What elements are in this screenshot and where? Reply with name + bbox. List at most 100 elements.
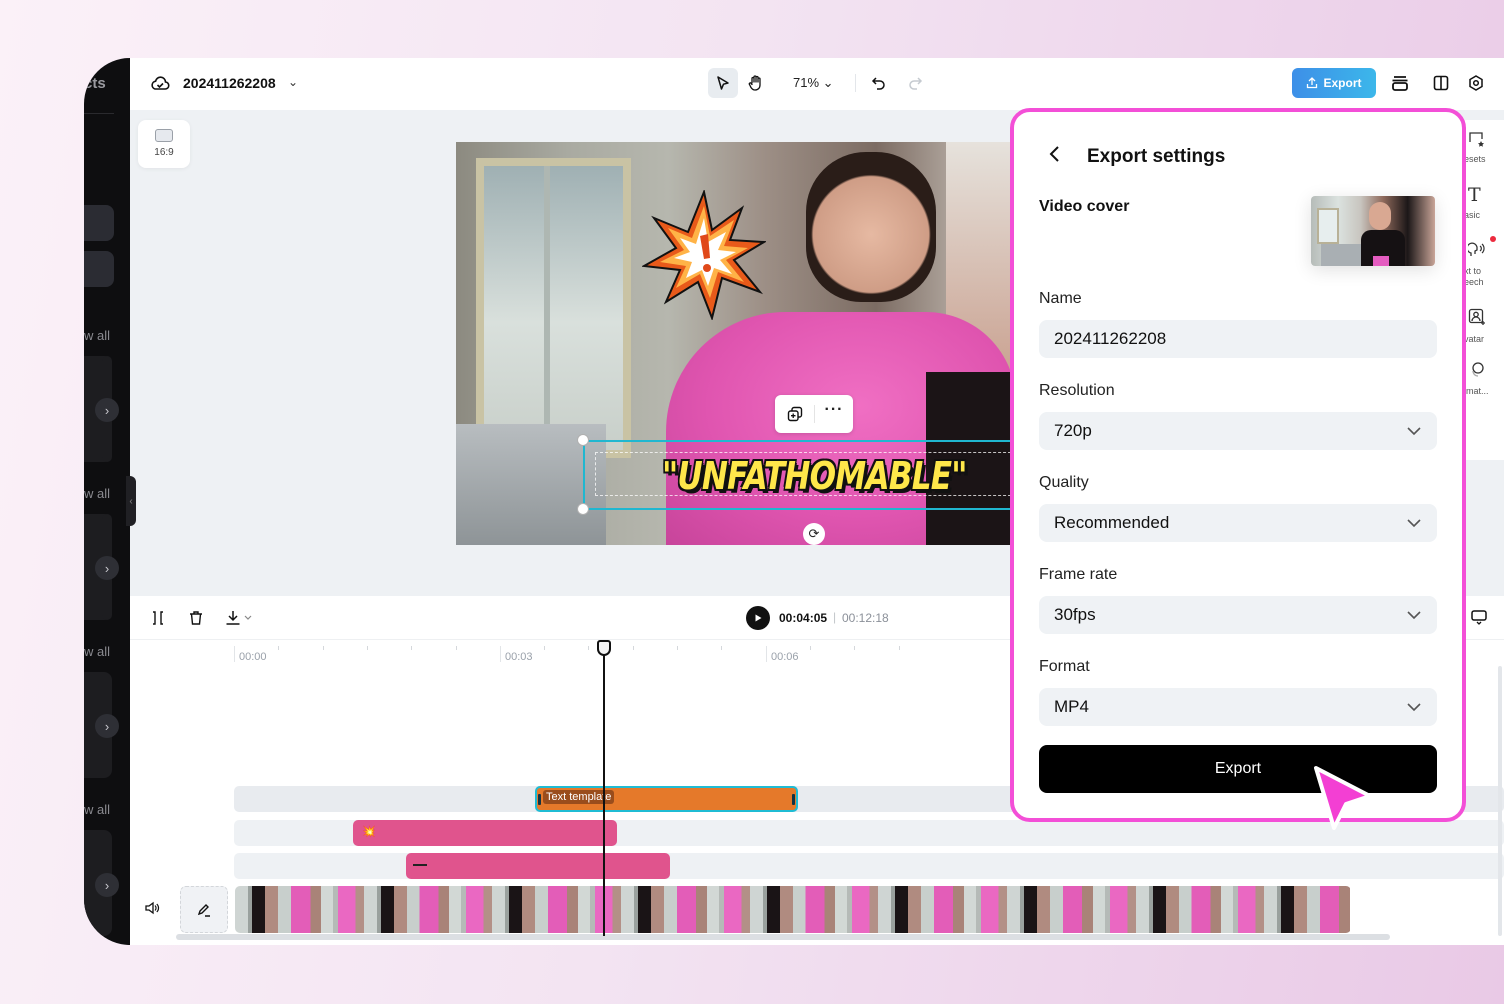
vertical-scrollbar[interactable] [1498, 666, 1502, 936]
hand-tool-button[interactable] [741, 68, 771, 98]
sticker-clip-burst[interactable]: 💥 [353, 820, 617, 846]
volume-icon [145, 901, 160, 915]
quality-select[interactable]: Recommended [1039, 504, 1437, 542]
sidebar-block[interactable] [84, 205, 114, 241]
settings-button[interactable] [1465, 72, 1487, 94]
video-frame-thumb [1307, 886, 1351, 933]
ruler-label: 00:03 [505, 651, 533, 663]
view-all-link[interactable]: w all [84, 644, 110, 659]
frame-rate-value: 30fps [1054, 605, 1096, 624]
mute-track-button[interactable] [144, 900, 162, 918]
name-value: 202411262208 [1054, 329, 1167, 348]
ratio-icon [155, 129, 173, 142]
chevron-down-icon [1407, 596, 1421, 648]
split-button[interactable] [147, 607, 169, 629]
video-frame-thumb [964, 886, 1008, 933]
undo-icon [871, 77, 885, 90]
video-frame-thumb [663, 886, 707, 933]
video-frame-thumb [406, 886, 450, 933]
format-select[interactable]: MP4 [1039, 688, 1437, 726]
video-frame-thumb [921, 886, 965, 933]
rotate-handle[interactable]: ⟳ [803, 523, 825, 545]
chevron-down-icon [1407, 412, 1421, 464]
edit-cover-button[interactable] [180, 886, 228, 933]
view-all-link[interactable]: w all [84, 486, 110, 501]
resolution-select[interactable]: 720p [1039, 412, 1437, 450]
toolbar-divider [855, 74, 856, 92]
rail-label: vatar [1464, 334, 1485, 344]
play-button[interactable] [746, 606, 770, 630]
scroll-right-button[interactable]: › [95, 398, 119, 422]
video-frame-thumb [277, 886, 321, 933]
rail-label: esets [1464, 154, 1486, 164]
video-frame-thumb [749, 886, 793, 933]
burst-sticker-icon: 💥 [362, 826, 376, 838]
view-all-link[interactable]: w all [84, 802, 110, 817]
project-name[interactable]: 202411262208 [183, 75, 276, 91]
export-button-top[interactable]: Export [1292, 68, 1376, 98]
zoom-level-dropdown[interactable]: 71% ⌄ [793, 75, 834, 91]
aspect-ratio-button[interactable]: 16:9 [138, 120, 190, 168]
split-icon [153, 611, 163, 625]
clip-trim-handle[interactable] [538, 794, 541, 805]
video-frame-thumb [835, 886, 879, 933]
video-frame-thumb [792, 886, 836, 933]
layout-toggle-button[interactable] [1430, 72, 1452, 94]
quality-value: Recommended [1054, 513, 1170, 532]
download-icon [226, 611, 252, 625]
download-dropdown[interactable] [223, 607, 257, 629]
video-frame-thumb [1007, 886, 1050, 933]
rail-label: asic [1464, 210, 1481, 220]
chevron-down-icon [1407, 688, 1421, 740]
duplicate-button[interactable] [785, 404, 805, 424]
main-video-clip[interactable] [235, 886, 1351, 933]
scroll-right-button[interactable]: › [95, 714, 119, 738]
layers-button[interactable] [1389, 72, 1411, 94]
sticker-clip-arrow[interactable] [406, 853, 670, 879]
redo-button[interactable] [900, 68, 930, 98]
scene-person [806, 152, 936, 302]
time-separator: | [833, 610, 837, 624]
delete-button[interactable] [185, 607, 207, 629]
text-template-clip[interactable]: Text template [535, 786, 798, 812]
overlay-title-text[interactable]: "UNFATHOMABLE" [662, 454, 967, 498]
stack-icon [1392, 76, 1408, 91]
name-input[interactable]: 202411262208 [1039, 320, 1437, 358]
select-tool-button[interactable] [708, 68, 738, 98]
view-all-link[interactable]: w all [84, 328, 110, 343]
text-basic-icon: T [1468, 184, 1481, 206]
captions-button[interactable] [1470, 608, 1490, 628]
video-frame-thumb [492, 886, 536, 933]
rail-label: xt to eech [1464, 266, 1484, 287]
back-button[interactable] [1048, 144, 1068, 166]
sidebar-block[interactable] [84, 251, 114, 287]
sidebar-header: cts [84, 75, 106, 92]
resize-handle[interactable] [577, 503, 589, 515]
ruler-major-tick [766, 646, 767, 662]
frame-rate-select[interactable]: 30fps [1039, 596, 1437, 634]
undo-button[interactable] [864, 68, 894, 98]
resize-handle[interactable] [577, 434, 589, 446]
scroll-right-button[interactable]: › [95, 873, 119, 897]
playhead-line[interactable] [603, 646, 605, 936]
video-frame-thumb [1049, 886, 1093, 933]
video-frame-thumb [235, 886, 278, 933]
chevron-down-icon[interactable]: ⌄ [288, 75, 298, 89]
horizontal-scrollbar[interactable] [176, 934, 1390, 940]
cloud-saved-icon [150, 74, 170, 94]
left-sidebar: cts w all › w all › w all › w all › [84, 58, 130, 945]
video-cover-thumbnail[interactable] [1311, 196, 1435, 266]
export-settings-panel: Export settings Video cover Name 2024112… [1010, 108, 1466, 822]
name-label: Name [1039, 290, 1082, 307]
ruler-minor-tick [278, 646, 280, 650]
scroll-right-button[interactable]: › [95, 556, 119, 580]
exclamation-sticker-icon[interactable] [642, 190, 766, 320]
more-options-button[interactable]: ··· [821, 401, 847, 425]
clip-trim-handle[interactable] [792, 794, 795, 805]
element-context-menu: ··· [775, 395, 853, 433]
playhead-handle[interactable] [597, 640, 611, 656]
video-frame-thumb [1135, 886, 1179, 933]
screenshot-frame: cts w all › w all › w all › w all › ‹ 20… [0, 0, 1504, 1004]
ruler-minor-tick [632, 646, 634, 650]
collapse-sidebar-button[interactable]: ‹ [126, 476, 136, 526]
